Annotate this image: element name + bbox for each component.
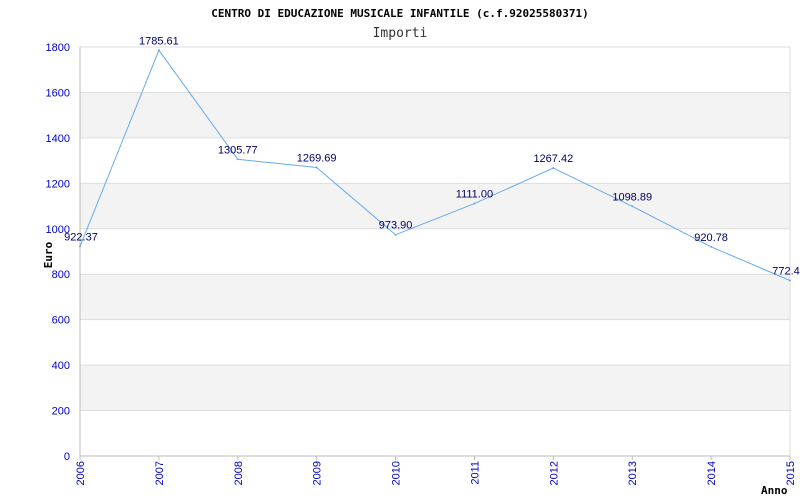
grid-band: [80, 92, 790, 138]
y-tick-label: 1800: [46, 42, 70, 54]
data-label: 1269.69: [297, 152, 337, 164]
x-tick-label: 2011: [469, 461, 481, 485]
data-point: [789, 279, 791, 282]
grid-band: [80, 183, 790, 229]
y-axis-label: Euro: [42, 241, 55, 268]
x-tick-labels: 2006 2007 2008 2009 2010 2011 2012 2013 2014 2015: [75, 461, 797, 485]
x-tick-label: 2015: [785, 461, 797, 485]
y-tick-label: 1200: [46, 178, 70, 190]
y-tick-label: 400: [52, 360, 70, 372]
series-line: [79, 49, 791, 281]
data-point: [236, 158, 239, 161]
y-tick-label: 800: [52, 269, 70, 281]
data-label: 922.37: [64, 231, 98, 243]
data-label: 920.78: [694, 232, 728, 244]
data-label: 1785.61: [139, 35, 179, 47]
chart-subtitle: Importi: [373, 26, 428, 41]
data-label: 772.4: [772, 265, 800, 277]
data-label: 1111.00: [456, 189, 493, 201]
y-tick-label: 200: [52, 406, 70, 418]
x-tick-label: 2014: [706, 461, 718, 485]
series-lines: [79, 49, 791, 282]
data-point: [710, 245, 713, 248]
x-tick-label: 2013: [627, 461, 639, 485]
x-tick-label: 2006: [75, 461, 87, 485]
line-chart: 020040060080010001200140016001800 2006 20…: [42, 7, 800, 497]
data-label: 1098.89: [612, 191, 652, 203]
chart-title: CENTRO DI EDUCAZIONE MUSICALE INFANTILE …: [211, 7, 589, 20]
grid-band: [80, 365, 790, 411]
data-point: [157, 49, 160, 52]
grid-bands: [80, 92, 790, 411]
x-tick-label: 2007: [154, 461, 166, 485]
y-tick-label: 1400: [46, 133, 70, 145]
data-point: [315, 166, 318, 169]
x-tick-label: 2010: [391, 461, 403, 485]
x-tick-label: 2009: [312, 461, 324, 485]
data-point: [552, 167, 555, 170]
data-point: [473, 202, 476, 205]
data-point: [79, 245, 81, 248]
x-tick-label: 2008: [233, 461, 245, 485]
data-label: 1267.42: [533, 153, 573, 165]
data-point: [394, 233, 397, 236]
x-axis-label: Anno: [761, 484, 788, 497]
x-tick-label: 2012: [548, 461, 560, 485]
y-tick-label: 0: [64, 451, 70, 463]
data-label: 1305.77: [218, 144, 258, 156]
grid-band: [80, 274, 790, 320]
data-label: 973.90: [379, 220, 413, 232]
data-point: [631, 205, 634, 208]
y-tick-label: 1600: [46, 87, 70, 99]
y-tick-label: 600: [52, 315, 70, 327]
